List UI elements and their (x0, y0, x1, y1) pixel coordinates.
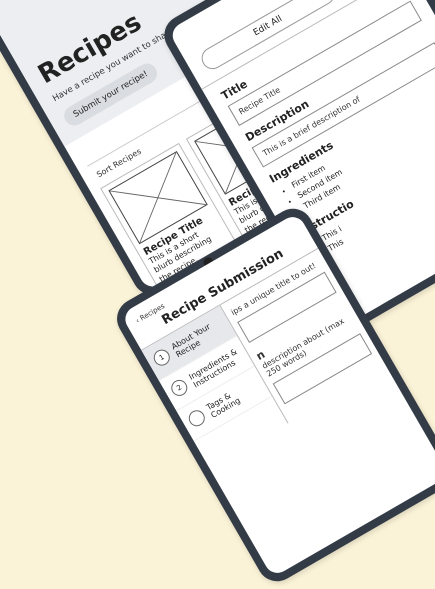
step-number: 2 (168, 376, 191, 399)
step-number: 1 (150, 346, 173, 369)
step-number (185, 407, 208, 430)
